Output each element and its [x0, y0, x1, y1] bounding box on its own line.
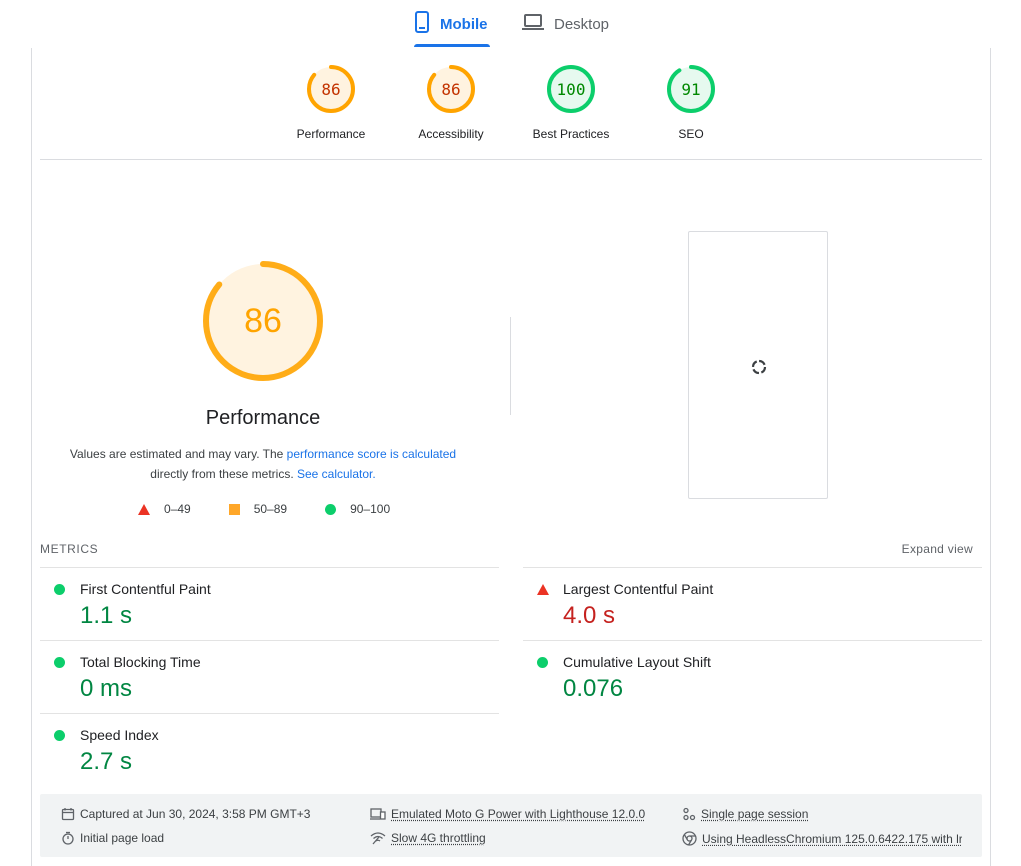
runtime-device[interactable]: Emulated Moto G Power with Lighthouse 12… — [370, 807, 645, 821]
score-calculated-link[interactable]: performance score is calculated — [287, 447, 456, 461]
metric-label: Largest Contentful Paint — [563, 581, 714, 597]
category-gauges: 86 Performance 86 Accessibility 100 Best… — [0, 64, 1021, 154]
score-ring: 100 — [547, 65, 595, 113]
runtime-throttling-text: Slow 4G throttling — [391, 831, 486, 845]
devices-icon — [370, 808, 386, 820]
legend-fail-label: 0–49 — [164, 502, 191, 516]
metric-value: 4.0 s — [563, 602, 616, 629]
metric-tbt: Total Blocking Time 0 ms — [40, 640, 499, 713]
laptop-icon — [522, 14, 544, 34]
metric-value: 0 ms — [80, 675, 133, 702]
wifi-icon — [370, 832, 386, 845]
gauge-label: Performance — [296, 127, 366, 141]
score-ring: 86 — [307, 65, 355, 113]
gauge-label: Accessibility — [418, 127, 484, 141]
smartphone-icon — [414, 11, 430, 37]
pass-circle-icon — [325, 503, 337, 515]
pass-circle-icon — [54, 584, 65, 595]
see-calculator-link[interactable]: See calculator. — [297, 467, 376, 481]
metrics-title: METRICS — [40, 542, 99, 556]
metric-value: 0.076 — [563, 675, 624, 702]
tab-mobile[interactable]: Mobile — [414, 0, 490, 48]
legend-pass-label: 90–100 — [350, 502, 391, 516]
score-legend: 0–49 50–89 90–100 — [138, 502, 428, 516]
runtime-throttling[interactable]: Slow 4G throttling — [370, 831, 486, 845]
legend-average: 50–89 — [228, 502, 288, 516]
device-tabs: Mobile Desktop — [0, 0, 1021, 48]
pass-circle-icon — [54, 730, 65, 741]
session-icon — [683, 807, 696, 821]
gauge-score: 100 — [557, 80, 586, 99]
metric-label: Total Blocking Time — [80, 654, 201, 670]
tab-desktop-label: Desktop — [554, 15, 610, 33]
expand-view-toggle[interactable]: Expand view — [902, 542, 973, 556]
metric-cls: Cumulative Layout Shift 0.076 — [523, 640, 982, 713]
performance-score: 86 — [244, 302, 282, 340]
runtime-browser-text: Using HeadlessChromium 125.0.6422.175 wi… — [702, 831, 962, 846]
performance-title: Performance — [205, 407, 321, 429]
performance-description: Values are estimated and may vary. The p… — [60, 444, 466, 484]
runtime-load-text: Initial page load — [80, 831, 165, 845]
vertical-separator — [510, 317, 511, 415]
metric-lcp: Largest Contentful Paint 4.0 s — [523, 567, 982, 640]
gauge-seo[interactable]: 91 SEO — [631, 64, 751, 141]
gauge-score: 91 — [681, 80, 700, 99]
gauge-score: 86 — [321, 80, 340, 99]
fail-triangle-icon — [138, 503, 150, 515]
metric-label: First Contentful Paint — [80, 581, 211, 597]
gauges-divider — [40, 159, 982, 160]
pass-circle-icon — [537, 657, 548, 668]
active-tab-indicator — [414, 44, 490, 47]
gauge-accessibility[interactable]: 86 Accessibility — [391, 64, 511, 141]
runtime-load: Initial page load — [61, 831, 164, 845]
gauge-performance[interactable]: 86 Performance — [271, 64, 391, 141]
legend-pass: 90–100 — [325, 502, 390, 516]
chrome-icon — [682, 831, 697, 846]
score-ring: 86 — [427, 65, 475, 113]
gauge-best-practices[interactable]: 100 Best Practices — [511, 64, 631, 141]
pass-circle-icon — [54, 657, 65, 668]
runtime-session[interactable]: Single page session — [682, 807, 808, 821]
average-square-icon — [228, 503, 240, 515]
calendar-icon — [61, 808, 75, 821]
loading-spinner-icon — [751, 359, 767, 375]
metrics-header: METRICS Expand view — [40, 542, 973, 558]
runtime-browser[interactable]: Using HeadlessChromium 125.0.6422.175 wi… — [682, 831, 962, 846]
desc-text: directly from these metrics. — [150, 467, 297, 481]
runtime-captured-text: Captured at Jun 30, 2024, 3:58 PM GMT+3 — [80, 807, 311, 821]
timer-icon — [62, 831, 74, 845]
runtime-session-text: Single page session — [701, 807, 809, 821]
final-screenshot — [688, 231, 828, 499]
metric-fcp: First Contentful Paint 1.1 s — [40, 567, 499, 640]
tab-mobile-label: Mobile — [440, 15, 488, 33]
runtime-settings: Captured at Jun 30, 2024, 3:58 PM GMT+3 … — [40, 794, 982, 857]
runtime-captured: Captured at Jun 30, 2024, 3:58 PM GMT+3 — [61, 807, 310, 821]
metric-value: 1.1 s — [80, 602, 133, 629]
tab-desktop[interactable]: Desktop — [522, 0, 609, 48]
metric-si: Speed Index 2.7 s — [40, 713, 499, 786]
legend-fail: 0–49 — [138, 502, 191, 516]
metric-label: Cumulative Layout Shift — [563, 654, 711, 670]
fail-triangle-icon — [537, 584, 549, 595]
gauge-score: 86 — [441, 80, 460, 99]
metric-value: 2.7 s — [80, 748, 133, 775]
gauge-label: Best Practices — [532, 127, 610, 141]
performance-score-ring: 86 — [203, 261, 323, 381]
metric-label: Speed Index — [80, 727, 159, 743]
legend-average-label: 50–89 — [253, 502, 288, 516]
desc-text: Values are estimated and may vary. The — [69, 447, 287, 461]
performance-gauge: 86 — [200, 258, 326, 389]
gauge-label: SEO — [678, 127, 704, 141]
runtime-device-text: Emulated Moto G Power with Lighthouse 12… — [391, 807, 646, 821]
score-ring: 91 — [667, 65, 715, 113]
